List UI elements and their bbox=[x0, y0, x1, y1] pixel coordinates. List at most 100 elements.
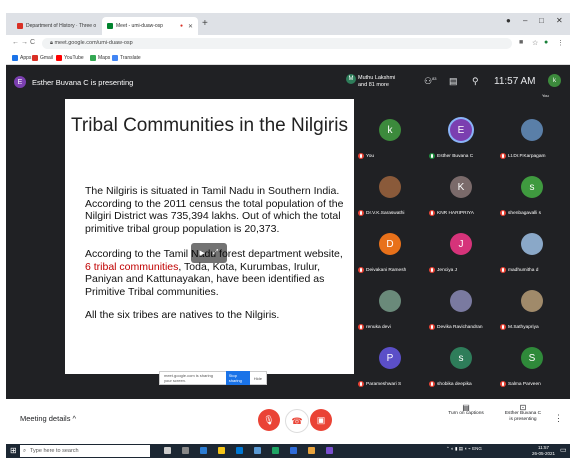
mic-toggle-button[interactable]: 🎙︎ bbox=[258, 409, 280, 431]
tab-meet[interactable]: Meet - umi-duaw-osp ● ✕ bbox=[102, 17, 198, 35]
taskbar-search-input[interactable]: ⌕ Type here to search bbox=[20, 445, 150, 457]
profile-photo bbox=[521, 119, 543, 141]
participant-name: Dr.V.K.Saraswathi bbox=[366, 210, 405, 216]
participant-name-row: Deivakani Ramesh bbox=[358, 267, 426, 273]
participant-tile[interactable]: J Jenciya J bbox=[427, 223, 497, 279]
stop-sharing-button[interactable]: Stop sharing bbox=[225, 371, 250, 385]
participant-name-row: Parameshwari S bbox=[358, 381, 426, 387]
profile-avatar[interactable]: ● bbox=[544, 39, 548, 46]
app-icon[interactable] bbox=[326, 447, 333, 454]
cortana-icon[interactable] bbox=[164, 447, 171, 454]
participant-tile[interactable]: s shobika deepika bbox=[427, 337, 497, 393]
taskbar-clock[interactable]: 11:57 26-05-2021 bbox=[532, 445, 555, 456]
tab-title: Department of History · Three o bbox=[26, 23, 97, 29]
app-icon[interactable] bbox=[290, 447, 297, 454]
slide-paragraph: All the six tribes are natives to the Ni… bbox=[85, 309, 280, 321]
meeting-details-button[interactable]: Meeting details ^ bbox=[20, 414, 76, 423]
participant-tile[interactable]: P Parameshwari S bbox=[356, 337, 426, 393]
participant-tile[interactable]: Devika Ravichandran bbox=[427, 280, 497, 336]
participant-name: You bbox=[366, 153, 375, 159]
reload-icon[interactable]: C bbox=[30, 39, 35, 46]
participant-tile[interactable]: K KNR HARIPRIYA bbox=[427, 166, 497, 222]
windows-start-icon[interactable]: ⊞ bbox=[10, 446, 17, 455]
people-icon[interactable]: ⚇83 bbox=[424, 76, 437, 87]
participant-tile[interactable]: E Esther Buvana C bbox=[427, 109, 497, 165]
captions-button[interactable]: ▤ Turn on captions bbox=[442, 404, 490, 417]
forward-icon[interactable]: → bbox=[21, 39, 28, 46]
app-icon[interactable] bbox=[254, 447, 261, 454]
bookmark-apps[interactable]: Apps bbox=[12, 55, 31, 61]
play-icon[interactable]: ▶ bbox=[200, 249, 205, 257]
new-tab-button[interactable]: + bbox=[202, 18, 208, 29]
screen: Department of History · Three o ✕ Meet -… bbox=[6, 13, 570, 458]
bookmark-translate[interactable]: Translate bbox=[112, 55, 141, 61]
captions-label: Turn on captions bbox=[448, 411, 484, 416]
profile-photo bbox=[450, 290, 472, 312]
task-view-icon[interactable] bbox=[182, 447, 189, 454]
bookmark-maps[interactable]: Maps bbox=[90, 55, 110, 61]
window-close-button[interactable]: ✕ bbox=[556, 16, 563, 25]
participant-name-row: Dr.V.K.Saraswathi bbox=[358, 210, 426, 216]
star-icon[interactable]: ☆ bbox=[532, 39, 538, 47]
store-icon[interactable] bbox=[236, 447, 243, 454]
back-icon[interactable]: ← bbox=[12, 39, 19, 46]
hide-button[interactable]: Hide bbox=[254, 376, 262, 381]
activities-icon[interactable]: ⚲ bbox=[472, 76, 479, 87]
mic-muted-icon bbox=[500, 381, 506, 387]
close-icon[interactable]: ✕ bbox=[99, 23, 100, 30]
meet-controls-bar: Meeting details ^ 🎙︎ ☎︎ ▣ ▤ Turn on capt… bbox=[6, 399, 570, 444]
mic-muted-icon bbox=[358, 381, 364, 387]
bookmark-youtube[interactable]: YouTube bbox=[56, 55, 84, 61]
profile-photo bbox=[521, 290, 543, 312]
mic-muted-icon bbox=[358, 153, 364, 159]
url-input[interactable]: 🔒︎ meet.google.com/umi-duaw-osp bbox=[42, 38, 512, 49]
mic-muted-icon bbox=[429, 210, 435, 216]
camera-toggle-button[interactable]: ▣ bbox=[310, 409, 332, 431]
presentation-controls[interactable]: ▶ ⤢ bbox=[191, 243, 227, 263]
participant-tile[interactable]: S Salma Parveen bbox=[498, 337, 568, 393]
participant-name: M.Sathyapriya bbox=[508, 324, 539, 330]
maps-icon bbox=[90, 55, 96, 61]
app-icon[interactable] bbox=[272, 447, 279, 454]
participant-tile[interactable]: madhumitha d bbox=[498, 223, 568, 279]
bookmark-gmail[interactable]: Gmail bbox=[32, 55, 53, 61]
leave-call-button[interactable]: ☎︎ bbox=[285, 409, 309, 433]
avatar: D bbox=[379, 233, 401, 255]
presenting-button[interactable]: ⊡ Esther Buvana C is presenting bbox=[498, 404, 548, 423]
self-avatar[interactable]: k bbox=[548, 74, 561, 87]
mic-off-icon: 🎙︎ bbox=[263, 414, 275, 425]
system-tray[interactable]: ⌃ ◐ ▮ ▤ ◖ ⌁ ENG bbox=[446, 446, 482, 452]
participant-tile[interactable]: s shenbagavalli s bbox=[498, 166, 568, 222]
camera-icon[interactable]: ■ bbox=[519, 39, 523, 46]
file-explorer-icon[interactable] bbox=[218, 447, 225, 454]
meet-clock: 11:57 AM bbox=[494, 76, 536, 87]
participant-name-row: shobika deepika bbox=[429, 381, 497, 387]
search-placeholder: Type here to search bbox=[30, 448, 79, 454]
expand-icon[interactable]: ⤢ bbox=[213, 249, 219, 257]
avatar: E bbox=[450, 119, 472, 141]
profile-icon[interactable]: ● bbox=[506, 16, 511, 25]
participant-tile[interactable]: renuka devi bbox=[356, 280, 426, 336]
minimize-button[interactable]: – bbox=[523, 16, 527, 25]
apps-icon bbox=[12, 55, 18, 61]
close-icon[interactable]: ✕ bbox=[188, 23, 193, 30]
edge-icon[interactable] bbox=[200, 447, 207, 454]
participant-tile[interactable]: D Deivakani Ramesh bbox=[356, 223, 426, 279]
speaking-icon bbox=[429, 153, 435, 159]
participant-tile[interactable]: k You bbox=[356, 109, 426, 165]
youtube-icon bbox=[56, 55, 62, 61]
chrome-icon[interactable] bbox=[308, 447, 315, 454]
profile-photo bbox=[521, 233, 543, 255]
participant-tile[interactable]: Dr.V.K.Saraswathi bbox=[356, 166, 426, 222]
tab-department-history[interactable]: Department of History · Three o ✕ bbox=[12, 17, 100, 35]
menu-icon[interactable]: ⋮ bbox=[557, 39, 564, 47]
maximize-button[interactable]: □ bbox=[539, 16, 544, 25]
chat-icon[interactable]: ▤ bbox=[449, 76, 458, 87]
camera-off-icon: ▣ bbox=[316, 414, 326, 425]
more-options-icon[interactable]: ⋮ bbox=[554, 413, 563, 424]
bookmark-label: YouTube bbox=[64, 55, 84, 61]
participant-tile[interactable]: Lt.Dr.P.Karpagam bbox=[498, 109, 568, 165]
participant-name-row: madhumitha d bbox=[500, 267, 568, 273]
notifications-icon[interactable]: ▭ bbox=[560, 446, 567, 454]
participant-tile[interactable]: M.Sathyapriya bbox=[498, 280, 568, 336]
